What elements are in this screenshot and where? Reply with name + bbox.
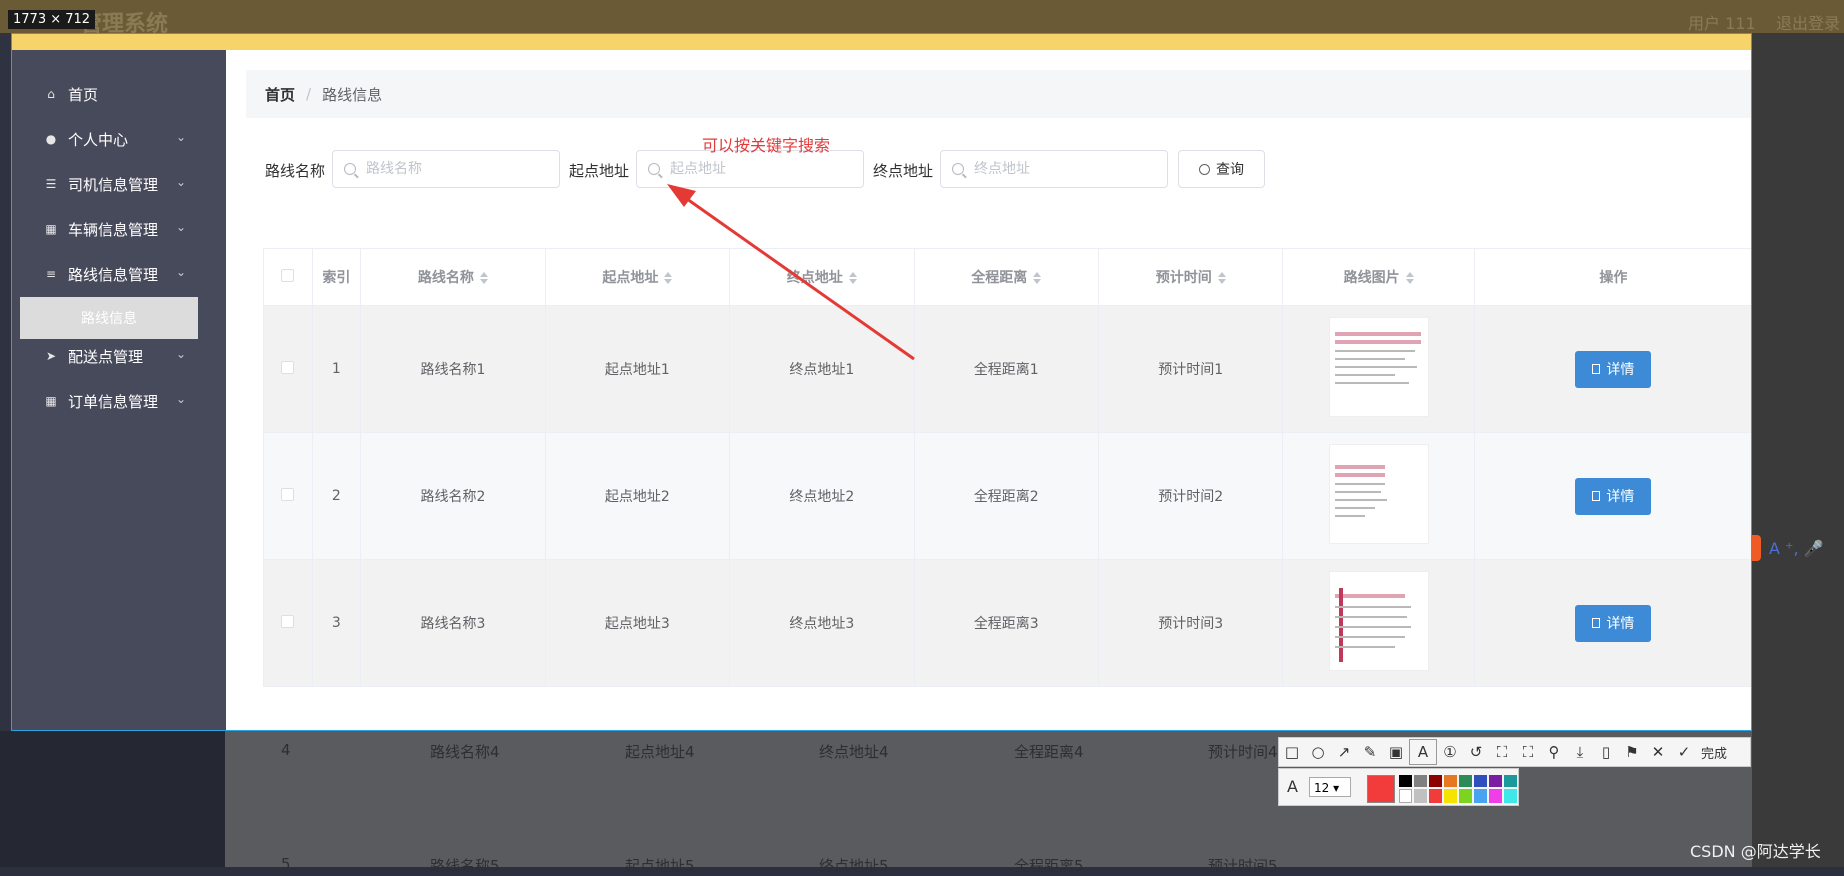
sidebar-item-home[interactable]: ⌂ 首页: [12, 79, 226, 109]
dimmed-row4-index: 4: [281, 741, 291, 759]
annotation-arrow: [667, 184, 915, 361]
chevron-down-icon: ⌄: [175, 392, 186, 406]
dimmed-row5-distance: 全程距离5: [1014, 857, 1084, 875]
save-icon[interactable]: ▯: [1593, 740, 1619, 764]
dimmed-row5-start: 起点地址5: [625, 857, 695, 875]
sliders-icon: ≡: [45, 267, 57, 281]
dimmed-header: [0, 0, 1844, 33]
dimmed-row4-distance: 全程距离4: [1014, 743, 1084, 761]
dimmed-row5-end: 终点地址5: [819, 857, 889, 875]
chevron-down-icon: ⌄: [175, 175, 186, 189]
dimmed-row4-name: 路线名称4: [430, 743, 500, 761]
font-size-select[interactable]: 12 ▾: [1309, 777, 1351, 797]
chevron-down-icon: ⌄: [175, 130, 186, 144]
check-icon[interactable]: ✓: [1671, 740, 1697, 764]
sidebar-item-label: 订单信息管理: [68, 392, 159, 411]
dimmed-right: [1752, 33, 1844, 867]
sidebar: ⌂ 首页 ● 个人中心 ⌄ ☰ 司机信息管理 ⌄ ▦ 车辆信息管理 ⌄ ≡ 路线…: [12, 50, 226, 730]
font-size-value: 12: [1314, 781, 1330, 795]
sidebar-item-orders[interactable]: ▦ 订单信息管理 ⌄: [12, 386, 226, 416]
dimmed-row4-start: 起点地址4: [625, 743, 695, 761]
translate-icon[interactable]: ⛶: [1515, 740, 1541, 764]
home-icon: ⌂: [47, 87, 55, 101]
logout-link[interactable]: 退出登录: [1776, 10, 1840, 34]
list-icon: ☰: [45, 177, 57, 191]
sidebar-item-label: 车辆信息管理: [68, 220, 159, 239]
download-icon[interactable]: ⤓: [1567, 740, 1593, 764]
close-icon[interactable]: ✕: [1645, 740, 1671, 764]
sidebar-item-vehicles[interactable]: ▦ 车辆信息管理 ⌄: [12, 214, 226, 244]
sidebar-item-label: 路线信息管理: [68, 265, 159, 284]
grid-icon: ▦: [45, 222, 57, 236]
rectangle-tool-icon[interactable]: □: [1279, 740, 1305, 764]
sidebar-item-drivers[interactable]: ☰ 司机信息管理 ⌄: [12, 169, 226, 199]
mosaic-tool-icon[interactable]: ▣: [1383, 740, 1409, 764]
chevron-down-icon: ⌄: [175, 347, 186, 361]
text-tool-icon[interactable]: A: [1409, 739, 1437, 765]
arrow-tool-icon[interactable]: ↗: [1331, 740, 1357, 764]
dimmed-row5-index: 5: [281, 855, 291, 873]
dimmed-row4-time: 预计时间4: [1208, 743, 1278, 761]
done-button[interactable]: 完成: [1701, 743, 1727, 762]
ocr-icon[interactable]: ⛶: [1489, 740, 1515, 764]
number-tool-icon[interactable]: ①: [1437, 740, 1463, 764]
bookmark-icon[interactable]: ⚑: [1619, 740, 1645, 764]
pen-tool-icon[interactable]: ✎: [1357, 740, 1383, 764]
dimmed-row5-name: 路线名称5: [430, 857, 500, 875]
sidebar-item-label: 个人中心: [68, 130, 129, 149]
main-content: 首页 / 路线信息 路线名称 起点地址 终点地址 查询 可以按关键字搜索: [226, 50, 1751, 730]
grid-icon: ▦: [45, 394, 57, 408]
sidebar-item-label: 配送点管理: [68, 347, 144, 366]
current-color-swatch[interactable]: [1367, 775, 1395, 803]
undo-icon[interactable]: ↺: [1463, 740, 1489, 764]
pin-icon[interactable]: ⚲: [1541, 740, 1567, 764]
chevron-down-icon: ⌄: [175, 220, 186, 234]
send-icon: ➤: [45, 349, 57, 363]
snip-toolbar: □ ○ ↗ ✎ ▣ A ① ↺ ⛶ ⛶ ⚲ ⤓ ▯ ⚑ ✕ ✓ 完成: [1278, 737, 1751, 767]
sidebar-item-label: 司机信息管理: [68, 175, 159, 194]
header-bar: [12, 34, 1751, 50]
selection-region: ⌂ 首页 ● 个人中心 ⌄ ☰ 司机信息管理 ⌄ ▦ 车辆信息管理 ⌄ ≡ 路线…: [11, 33, 1752, 731]
ellipse-tool-icon[interactable]: ○: [1305, 740, 1331, 764]
sidebar-item-routes[interactable]: ≡ 路线信息管理 ⌄: [12, 259, 226, 289]
sidebar-item-label: 首页: [68, 85, 99, 104]
chevron-down-icon: ⌄: [175, 265, 186, 279]
user-name: 用户 111: [1688, 14, 1756, 33]
sidebar-item-delivery-points[interactable]: ➤ 配送点管理 ⌄: [12, 341, 226, 371]
snip-subtoolbar: A 12 ▾: [1278, 768, 1519, 806]
ime-font-icon[interactable]: A ⁺, 🎤: [1769, 539, 1824, 558]
user-icon: ●: [45, 132, 57, 146]
dimmed-left: [0, 33, 11, 731]
dimmed-sidebar: [0, 731, 225, 867]
sidebar-item-profile[interactable]: ● 个人中心 ⌄: [12, 124, 226, 154]
dimmed-row5-time: 预计时间5: [1208, 857, 1278, 875]
watermark: CSDN @阿达学长: [1690, 842, 1821, 861]
sidebar-subitem-route-info[interactable]: 路线信息: [20, 297, 198, 339]
selection-size-badge: 1773 × 712: [8, 10, 96, 29]
color-palette[interactable]: [1399, 775, 1517, 803]
font-icon: A: [1287, 777, 1298, 796]
dimmed-row4-end: 终点地址4: [819, 743, 889, 761]
